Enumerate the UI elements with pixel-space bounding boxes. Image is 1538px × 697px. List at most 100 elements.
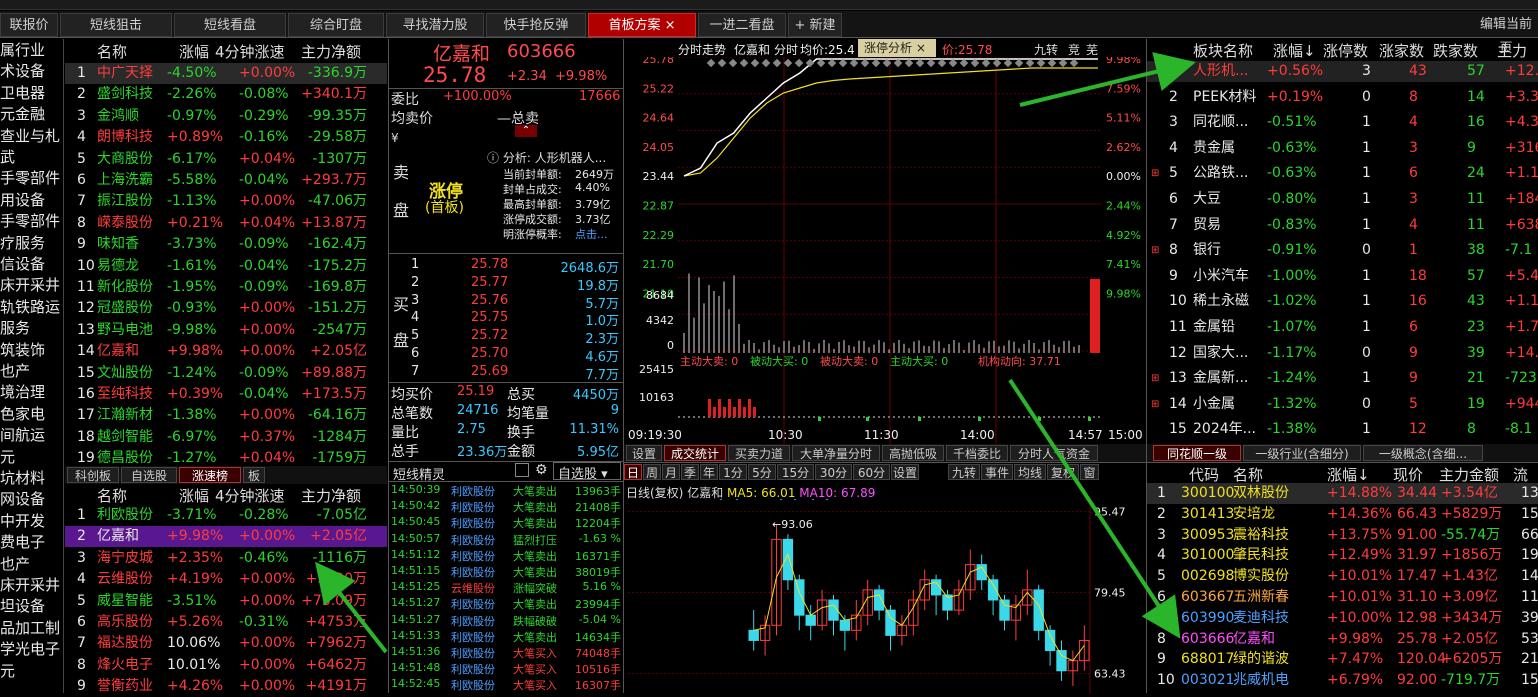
tape-stock[interactable]: 利欧股份	[451, 613, 495, 629]
tape-stock[interactable]: 利欧股份	[451, 548, 495, 564]
sector-item[interactable]: 手零部件	[0, 167, 60, 188]
table-row[interactable]: 3 金鸿顺 -0.97% -0.29% -99.35万	[65, 106, 387, 127]
tab-board[interactable]: 板	[243, 467, 265, 483]
analysis-value[interactable]: 点击...	[575, 226, 608, 242]
tab-overall-watch[interactable]: 综合盯盘	[288, 13, 384, 37]
edit-page-button[interactable]: 编辑当前页	[1474, 13, 1538, 56]
table-row[interactable]: 10 003021 兆威机电 +6.79% 92.00 -719.7万 15	[1147, 670, 1538, 691]
sector-item[interactable]: 武	[0, 146, 15, 167]
period-tab[interactable]: 周	[643, 464, 661, 480]
tab-concept[interactable]: 一级概念(含细...	[1363, 445, 1483, 461]
sector-item[interactable]: 费电子	[0, 531, 45, 552]
table-row[interactable]: 13 野马电池 -9.98% +0.00% -2547万	[65, 320, 387, 341]
kline-option[interactable]: 事件	[981, 464, 1013, 480]
table-row[interactable]: ⊞ 14 小金属 -1.32% 0 5 19 +944	[1147, 394, 1538, 415]
col-name[interactable]: 名称	[97, 41, 127, 62]
tape-stock[interactable]: 利欧股份	[451, 629, 495, 645]
table-row[interactable]: 1 利欧股份 -3.71% -0.28% -7.05亿	[65, 505, 387, 526]
tab-rebound[interactable]: 快手抢反弹	[486, 13, 586, 37]
table-row[interactable]: 5 大商股份 -6.17% +0.04% -1307万	[65, 149, 387, 170]
table-row[interactable]: 2 PEEK材料 +0.19% 0 8 14 +3.3	[1147, 87, 1538, 108]
col-rise[interactable]: 涨家数	[1379, 40, 1424, 61]
period-tab[interactable]: 1分	[719, 464, 747, 480]
sector-item[interactable]: 信设备	[0, 253, 45, 274]
tab-new[interactable]: + 新建	[788, 13, 842, 37]
table-row[interactable]: 4 301000 肇民科技 +12.49% 31.97 +1856万 19	[1147, 545, 1538, 566]
tab-ths-level1[interactable]: 同花顺一级	[1153, 445, 1241, 461]
table-row[interactable]: 2 亿嘉和 +9.98% +0.00% +2.05亿	[65, 526, 387, 548]
tool-tab[interactable]: 分时人气资金	[1010, 445, 1098, 461]
tab-quotes[interactable]: 联报价	[0, 13, 58, 37]
table-row[interactable]: 8 烽火电子 10.01% +0.00% +6462万	[65, 655, 387, 676]
table-row[interactable]: 10 易德龙 -1.61% -0.04% -175.2万	[65, 256, 387, 277]
sector-item[interactable]: 元金融	[0, 103, 45, 124]
sector-item[interactable]: 间航运	[0, 424, 45, 445]
tab-industry[interactable]: 一级行业(含细分)	[1243, 445, 1361, 461]
table-row[interactable]: 8 603666 亿嘉和 +9.98% 25.78 +2.05亿 53	[1147, 629, 1538, 650]
table-row[interactable]: 1 中广天择 -4.50% +0.00% -336.9万	[65, 63, 387, 84]
sector-item[interactable]: 属行业	[0, 39, 45, 60]
tape-stock[interactable]: 利欧股份	[451, 661, 495, 677]
limit-analysis-badge[interactable]: 涨停分析 ×	[858, 39, 936, 57]
kline-option[interactable]: 窗	[1080, 464, 1099, 480]
popout-icon[interactable]	[515, 463, 529, 477]
period-tab[interactable]: 季	[681, 464, 699, 480]
tab-star-market[interactable]: 科创板	[67, 467, 119, 483]
sector-item[interactable]: 网设备	[0, 488, 45, 509]
tape-filter-select[interactable]: 自选股 ▾	[553, 462, 621, 482]
sector-item[interactable]: 床开采井	[0, 574, 60, 595]
table-row[interactable]: 9 688017 绿的谐波 +7.47% 120.04 +6205万 21	[1147, 649, 1538, 670]
tape-stock[interactable]: 利欧股份	[451, 564, 495, 580]
sector-item[interactable]: 疗服务	[0, 232, 45, 253]
table-row[interactable]: 6 603667 五洲新春 +10.01% 31.10 +3.09亿 11	[1147, 587, 1538, 608]
table-row[interactable]: 1 300100 双林股份 +14.88% 34.44 +3.54亿 13	[1147, 483, 1538, 504]
table-row[interactable]: 6 大豆 -0.80% 1 3 11 +184	[1147, 189, 1538, 210]
tape-stock[interactable]: 利欧股份	[451, 677, 495, 693]
table-row[interactable]: 5 威星智能 -3.51% +0.00% +73.09万	[65, 591, 387, 612]
col-flow-2[interactable]: 主力净额	[301, 485, 361, 506]
table-row[interactable]: 9 小米汽车 -1.00% 1 18 57 +5.4	[1147, 266, 1538, 287]
period-tab[interactable]: 5分	[748, 464, 776, 480]
tool-tab[interactable]: 高抛低吸	[882, 445, 944, 461]
sector-item[interactable]: 筑装饰	[0, 339, 45, 360]
close-icon[interactable]: ×	[916, 41, 926, 55]
table-row[interactable]: 7 振江股份 -1.13% +0.00% -47.06万	[65, 191, 387, 212]
close-icon[interactable]: ×	[665, 18, 676, 33]
table-row[interactable]: 12 国家大... -1.17% 0 9 39 +14.4	[1147, 343, 1538, 364]
table-row[interactable]: 9 誉衡药业 +4.26% +0.00% +4191万	[65, 676, 387, 697]
table-row[interactable]: 11 新化股份 -1.95% -0.09% -169.8万	[65, 277, 387, 298]
kline-option[interactable]: 均线	[1014, 464, 1046, 480]
table-row[interactable]: 4 云维股份 +4.19% +0.00% +3190万	[65, 569, 387, 590]
tool-tab[interactable]: 买卖力道	[728, 445, 790, 461]
period-tab[interactable]: 日	[624, 464, 642, 480]
sector-item[interactable]: 境治理	[0, 381, 45, 402]
table-row[interactable]: 11 金属铅 -1.07% 1 6 23 +1.7	[1147, 317, 1538, 338]
tape-stock[interactable]: 利欧股份	[451, 645, 495, 661]
col-sector[interactable]: 板块名称	[1193, 40, 1253, 61]
plus-box-icon[interactable]: ⊞	[1151, 368, 1159, 389]
sector-item[interactable]: 元	[0, 660, 15, 681]
table-row[interactable]: 17 江瀚新材 -1.38% +0.00% -64.16万	[65, 405, 387, 426]
table-row[interactable]: 9 味知香 -3.73% -0.09% -162.4万	[65, 234, 387, 255]
sector-item[interactable]: 品加工制	[0, 617, 60, 638]
col-sector-flow[interactable]: 主力	[1497, 40, 1527, 61]
tab-short-snipe[interactable]: 短线狙击	[60, 13, 172, 37]
col-name-2[interactable]: 名称	[97, 485, 127, 506]
tape-stock[interactable]: 利欧股份	[451, 499, 495, 515]
tool-tab[interactable]: 成交统计	[664, 445, 726, 461]
col-sector-chg[interactable]: 涨幅↓	[1273, 40, 1316, 61]
tool-tab[interactable]: 千档委比	[946, 445, 1008, 461]
col-code[interactable]: 代码	[1189, 464, 1219, 485]
table-row[interactable]: 7 贸易 -0.83% 1 4 11 +638	[1147, 215, 1538, 236]
sector-item[interactable]: 色家电	[0, 403, 45, 424]
col-up[interactable]: 涨停数	[1323, 40, 1368, 61]
table-row[interactable]: 12 冠盛股份 -0.93% +0.00% -151.2万	[65, 298, 387, 319]
btn-jiuzhuan[interactable]: 九转	[1034, 41, 1058, 58]
table-row[interactable]: 7 福达股份 10.06% +0.00% +7962万	[65, 633, 387, 654]
col-fall[interactable]: 跌家数	[1433, 40, 1478, 61]
table-row[interactable]: ⊞ 8 银行 -0.91% 0 1 38 -7.1	[1147, 240, 1538, 261]
table-row[interactable]: 4 朗博科技 +0.89% -0.16% -29.58万	[65, 127, 387, 148]
col-member-name[interactable]: 名称	[1233, 464, 1263, 485]
period-tab[interactable]: 30分	[815, 464, 852, 480]
col-chg[interactable]: 涨幅	[179, 41, 209, 62]
